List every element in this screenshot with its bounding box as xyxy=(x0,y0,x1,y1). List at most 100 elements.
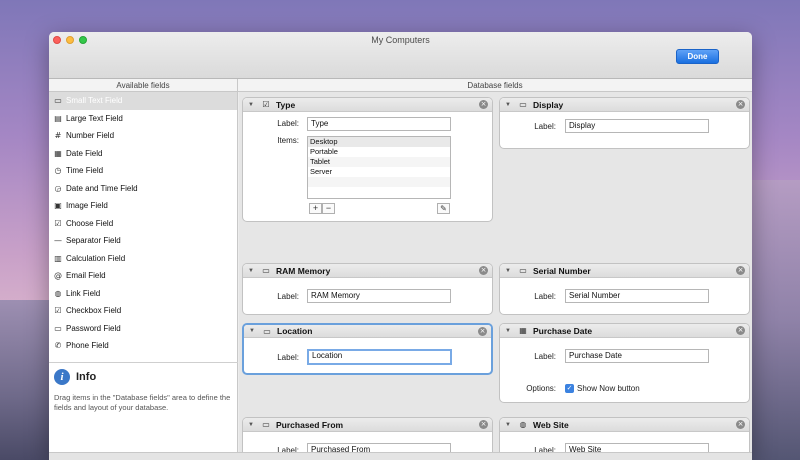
available-field-label: Link Field xyxy=(66,288,101,298)
remove-field-icon[interactable]: × xyxy=(736,420,745,429)
field-card-serial-number[interactable]: ▼ ▭ Serial Number × Label: Serial Number xyxy=(499,263,750,315)
field-card-purchase-date[interactable]: ▼ ▦ Purchase Date × Label: Purchase Date… xyxy=(499,323,750,403)
label-caption: Label: xyxy=(534,122,556,131)
available-field-item[interactable]: ▣ Image Field xyxy=(49,197,237,215)
available-field-item[interactable]: ▤ Large Text Field xyxy=(49,110,237,128)
remove-field-icon[interactable]: × xyxy=(479,100,488,109)
list-item[interactable]: Desktop xyxy=(308,137,450,147)
globe-icon: ◍ xyxy=(519,420,527,429)
available-field-item[interactable]: ◍ Link Field xyxy=(49,285,237,303)
available-field-item[interactable]: ◷ Time Field xyxy=(49,162,237,180)
card-header[interactable]: ▼ ▭ Purchased From × xyxy=(243,418,492,432)
label-caption: Label: xyxy=(534,292,556,301)
available-field-label: Checkbox Field xyxy=(66,306,122,316)
options-caption: Options: xyxy=(526,384,556,393)
available-field-label: Small Text Field xyxy=(66,96,123,106)
available-field-item[interactable]: ☑ Choose Field xyxy=(49,215,237,233)
available-field-item[interactable]: ◶ Date and Time Field xyxy=(49,180,237,198)
desktop-wallpaper-right xyxy=(752,180,800,460)
add-item-button[interactable]: + xyxy=(309,203,322,214)
card-header[interactable]: ▼ ▭ Display × xyxy=(500,98,749,112)
available-field-item[interactable]: ☑ Checkbox Field xyxy=(49,302,237,320)
disclosure-triangle-icon[interactable]: ▼ xyxy=(248,268,257,274)
info-icon: i xyxy=(54,369,70,385)
disclosure-triangle-icon[interactable]: ▼ xyxy=(249,328,258,334)
list-item[interactable]: Tablet xyxy=(308,157,450,167)
available-field-label: Large Text Field xyxy=(66,113,123,123)
done-button[interactable]: Done xyxy=(676,49,719,64)
choose-icon: ☑ xyxy=(54,218,62,228)
disclosure-triangle-icon[interactable]: ▼ xyxy=(248,102,257,108)
available-fields-list: ▭ Small Text Field ▤ Large Text Field # Numbe… xyxy=(49,92,237,355)
disclosure-triangle-icon[interactable]: ▼ xyxy=(505,422,514,428)
label-caption: Label: xyxy=(277,353,299,362)
remove-item-button[interactable]: − xyxy=(322,203,335,214)
label-input[interactable]: Purchase Date xyxy=(565,349,709,363)
field-card-display[interactable]: ▼ ▭ Display × Label: Display xyxy=(499,97,750,149)
datetime-icon: ◶ xyxy=(54,183,62,193)
calculator-icon: ▥ xyxy=(54,253,62,263)
card-title: Purchased From xyxy=(276,419,344,430)
available-field-item[interactable]: ▭ Small Text Field xyxy=(49,92,237,110)
label-input[interactable]: Type xyxy=(307,117,451,131)
small-text-icon: ▭ xyxy=(262,420,270,429)
disclosure-triangle-icon[interactable]: ▼ xyxy=(505,268,514,274)
field-card-location[interactable]: ▼ ▭ Location × Label: Location xyxy=(242,323,493,375)
available-field-label: Number Field xyxy=(66,131,115,141)
field-card-type[interactable]: ▼ ☑ Type × Label: Type Items: Desktop Po… xyxy=(242,97,493,222)
available-field-label: Date and Time Field xyxy=(66,183,138,193)
remove-field-icon[interactable]: × xyxy=(479,420,488,429)
show-now-checkbox[interactable]: ✓ xyxy=(565,384,574,393)
available-field-item[interactable]: ✆ Phone Field xyxy=(49,337,237,355)
list-item[interactable]: Portable xyxy=(308,147,450,157)
card-title: RAM Memory xyxy=(276,265,331,276)
field-card-ram-memory[interactable]: ▼ ▭ RAM Memory × Label: RAM Memory xyxy=(242,263,493,315)
card-header[interactable]: ▼ ◍ Web Site × xyxy=(500,418,749,432)
list-item[interactable]: Server xyxy=(308,167,450,177)
remove-field-icon[interactable]: × xyxy=(478,327,487,336)
remove-field-icon[interactable]: × xyxy=(736,326,745,335)
available-fields-header: Available fields xyxy=(49,79,238,92)
available-field-item[interactable]: ▥ Calculation Field xyxy=(49,250,237,268)
disclosure-triangle-icon[interactable]: ▼ xyxy=(505,328,514,334)
label-input[interactable]: Location xyxy=(307,349,452,365)
title-bar: My Computers Done xyxy=(49,32,752,79)
label-input[interactable]: Serial Number xyxy=(565,289,709,303)
card-header[interactable]: ▼ ▭ RAM Memory × xyxy=(243,264,492,278)
window-title: My Computers xyxy=(371,35,430,45)
card-header[interactable]: ▼ ☑ Type × xyxy=(243,98,492,112)
choose-icon: ☑ xyxy=(262,100,270,109)
info-divider xyxy=(49,362,238,363)
available-field-label: Separator Field xyxy=(66,236,121,246)
image-icon: ▣ xyxy=(54,201,62,211)
calendar-icon: ▦ xyxy=(519,326,527,335)
card-header[interactable]: ▼ ▭ Serial Number × xyxy=(500,264,749,278)
edit-items-icon[interactable]: ✎ xyxy=(437,203,450,214)
small-text-icon: ▭ xyxy=(263,326,271,336)
items-list[interactable]: Desktop Portable Tablet Server xyxy=(307,136,451,199)
available-field-item[interactable]: — Separator Field xyxy=(49,232,237,250)
available-field-item[interactable]: @ Email Field xyxy=(49,267,237,285)
remove-field-icon[interactable]: × xyxy=(736,100,745,109)
show-now-label[interactable]: Show Now button xyxy=(577,384,640,393)
remove-field-icon[interactable]: × xyxy=(479,266,488,275)
available-field-item[interactable]: ▭ Password Field xyxy=(49,320,237,338)
label-caption: Label: xyxy=(277,292,299,301)
remove-field-icon[interactable]: × xyxy=(736,266,745,275)
available-field-item[interactable]: ▦ Date Field xyxy=(49,145,237,163)
label-input[interactable]: RAM Memory xyxy=(307,289,451,303)
database-fields-header: Database fields xyxy=(238,79,752,92)
card-title: Web Site xyxy=(533,419,569,430)
password-icon: ▭ xyxy=(54,323,62,333)
available-field-label: Calculation Field xyxy=(66,253,126,263)
disclosure-triangle-icon[interactable]: ▼ xyxy=(505,102,514,108)
clock-icon: ◷ xyxy=(54,166,62,176)
label-input[interactable]: Display xyxy=(565,119,709,133)
app-window: My Computers Done Available fields Datab… xyxy=(49,32,752,460)
card-title: Purchase Date xyxy=(533,325,593,336)
card-header[interactable]: ▼ ▦ Purchase Date × xyxy=(500,324,749,338)
card-header[interactable]: ▼ ▭ Location × xyxy=(244,325,491,338)
available-field-label: Choose Field xyxy=(66,218,114,228)
disclosure-triangle-icon[interactable]: ▼ xyxy=(248,422,257,428)
available-field-item[interactable]: # Number Field xyxy=(49,127,237,145)
